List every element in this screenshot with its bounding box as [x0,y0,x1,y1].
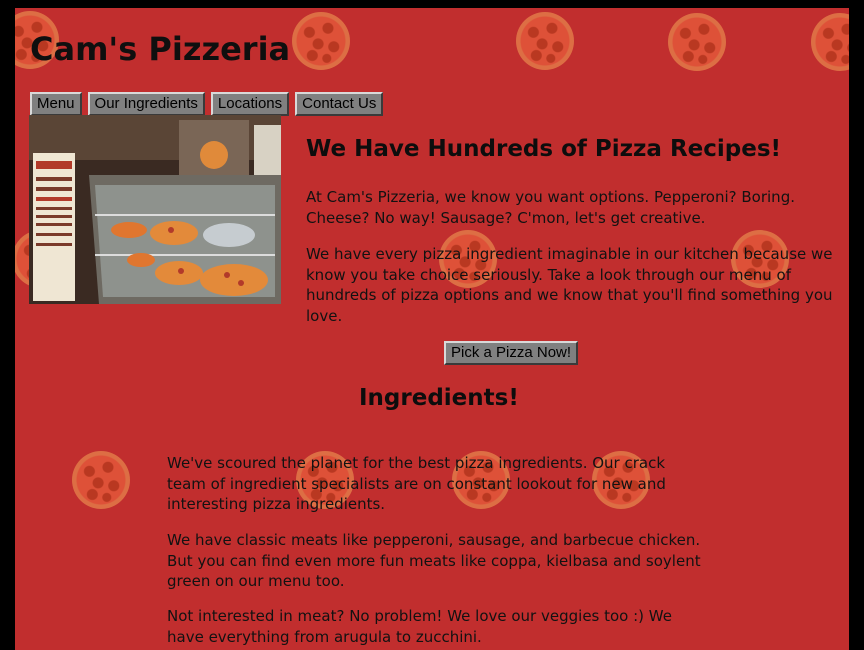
pizza-decoration [292,12,350,70]
ingredients-paragraph: We've scoured the planet for the best pi… [167,454,666,513]
nav-contact-button[interactable]: Contact Us [295,92,384,116]
ingredients-heading: Ingredients! [359,385,519,411]
pizzeria-photo [29,115,281,304]
ingredients-paragraph: Not interested in meat? No problem! We l… [167,607,672,646]
pizzeria-photo-illustration [29,115,281,304]
pizza-decoration [811,13,849,71]
hero-heading: We Have Hundreds of Pizza Recipes! [306,136,782,162]
nav-ingredients-button[interactable]: Our Ingredients [87,92,205,116]
ingredients-paragraph: We have classic meats like pepperoni, sa… [167,531,701,590]
hero-paragraph: At Cam's Pizzeria, we know you want opti… [306,188,795,227]
site-title: Cam's Pizzeria [30,30,291,68]
pick-pizza-button[interactable]: Pick a Pizza Now! [444,341,579,365]
page-body: Cam's Pizzeria Menu Our Ingredients Loca… [15,8,849,650]
pizza-decoration [516,12,574,70]
nav-menu-button[interactable]: Menu [30,92,82,116]
pizza-decoration [668,13,726,71]
nav-locations-button[interactable]: Locations [210,92,290,116]
hero-paragraph: We have every pizza ingredient imaginabl… [306,245,833,325]
pizza-decoration [72,451,130,509]
main-nav: Menu Our Ingredients Locations Contact U… [30,92,384,116]
